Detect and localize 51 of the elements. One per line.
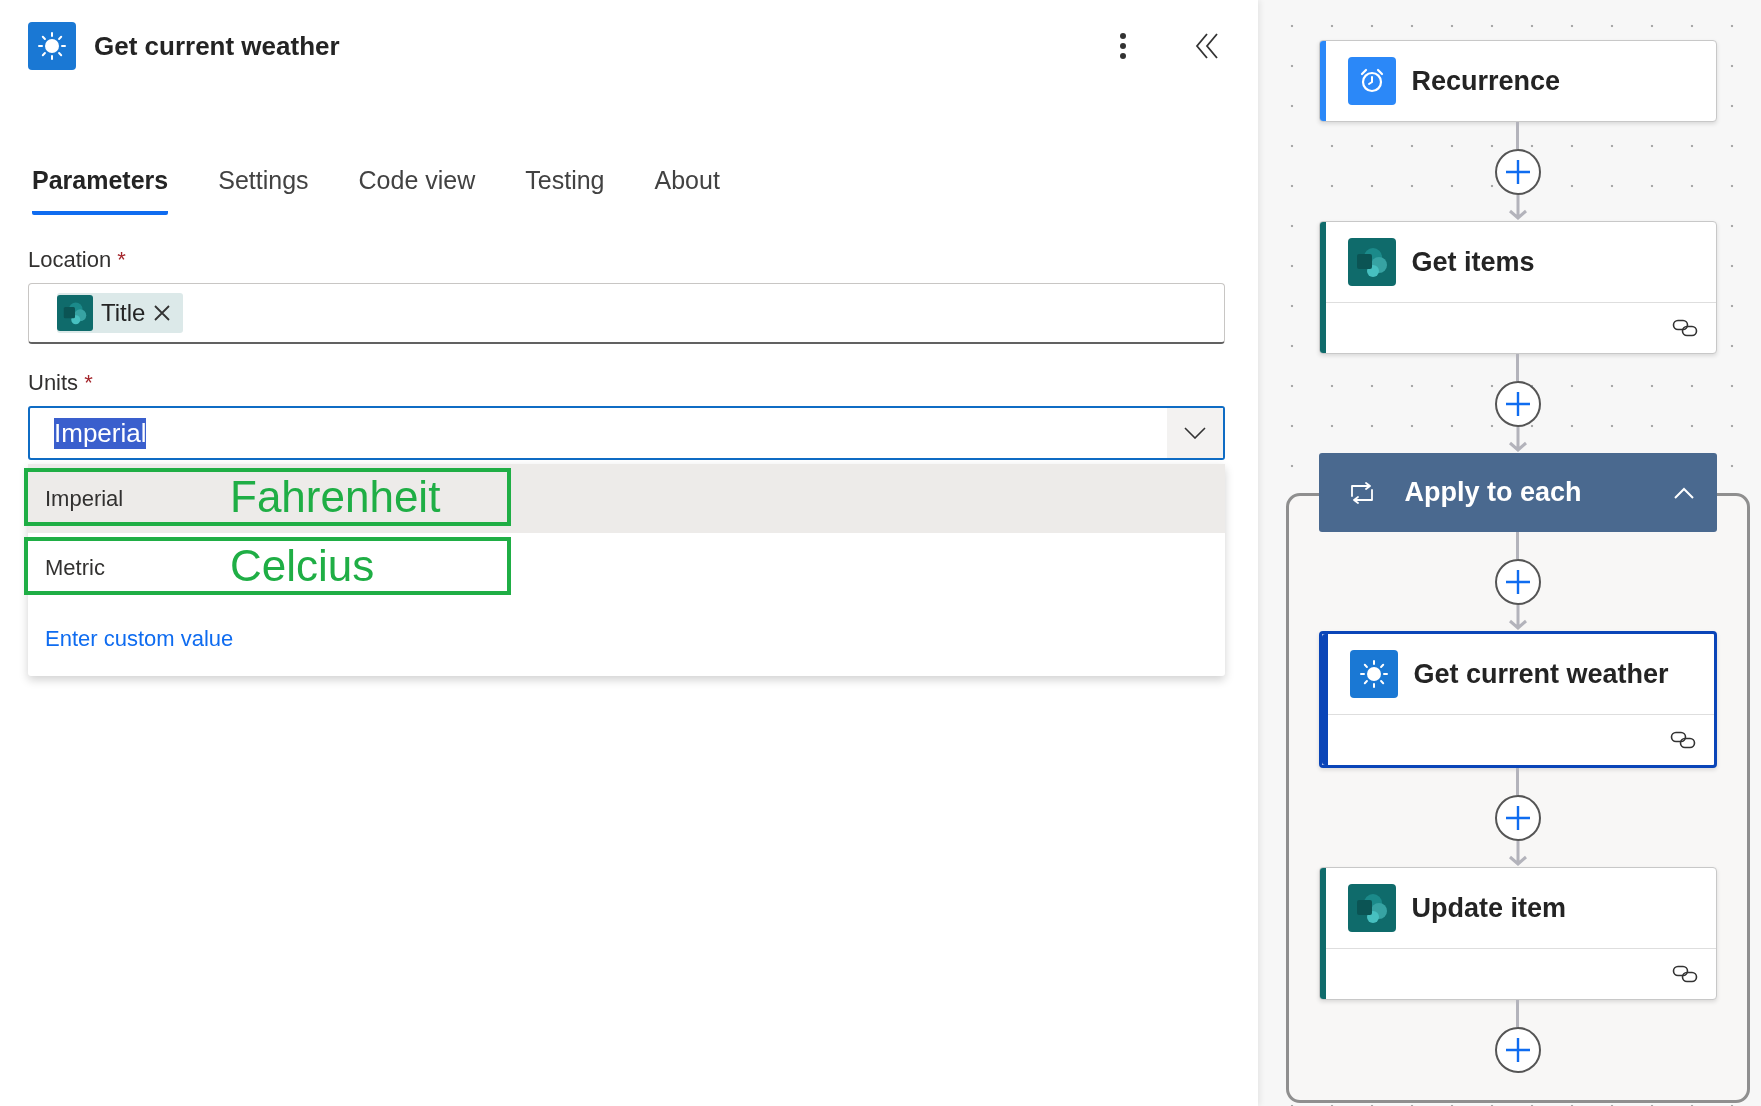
connector-line bbox=[1516, 768, 1519, 795]
required-mark: * bbox=[117, 247, 126, 273]
units-dropdown[interactable]: Imperial bbox=[28, 406, 1225, 460]
sharepoint-icon bbox=[1347, 238, 1396, 286]
connector-line bbox=[1516, 1000, 1519, 1027]
tab[interactable]: Settings bbox=[218, 152, 309, 215]
required-mark: * bbox=[84, 370, 93, 396]
action-title: Recurrence bbox=[1411, 65, 1561, 97]
sharepoint-icon bbox=[1347, 884, 1396, 932]
sharepoint-icon bbox=[57, 295, 93, 331]
tab[interactable]: Code view bbox=[358, 152, 476, 215]
more-icon bbox=[1119, 32, 1127, 60]
sun-icon bbox=[28, 22, 76, 70]
sun-icon bbox=[1349, 650, 1398, 698]
plus-icon bbox=[1503, 158, 1532, 186]
connector-line bbox=[1516, 122, 1519, 149]
connector-line bbox=[1516, 532, 1519, 559]
action-title: Get items bbox=[1411, 246, 1535, 278]
field-label: Units bbox=[28, 370, 79, 396]
tab[interactable]: About bbox=[654, 152, 720, 215]
chevron-up-icon bbox=[1672, 485, 1695, 500]
chevron-down-icon bbox=[1184, 427, 1206, 439]
loop-step-header[interactable]: Apply to each bbox=[1318, 453, 1717, 532]
custom-value-link[interactable]: Enter custom value bbox=[45, 626, 234, 652]
plus-icon bbox=[1503, 568, 1532, 596]
dropdown-option[interactable]: Metric Celcius bbox=[28, 533, 1225, 602]
tab[interactable]: Testing bbox=[525, 152, 605, 215]
action-title: Get current weather bbox=[1413, 658, 1669, 690]
add-step-button[interactable] bbox=[1494, 381, 1541, 427]
loop-icon bbox=[1348, 481, 1375, 504]
link-icon bbox=[1669, 731, 1696, 749]
double-chevron-left-icon bbox=[1195, 33, 1219, 59]
connector-line bbox=[1516, 354, 1519, 381]
field-label: Location bbox=[28, 247, 112, 273]
action-card[interactable]: Recurrence bbox=[1318, 40, 1717, 122]
close-icon[interactable] bbox=[153, 304, 172, 322]
alarm-clock-icon bbox=[1347, 57, 1396, 105]
action-card[interactable]: Get current weather bbox=[1318, 631, 1717, 768]
plus-icon bbox=[1503, 1036, 1532, 1064]
add-step-button[interactable] bbox=[1494, 149, 1541, 195]
link-icon bbox=[1671, 319, 1698, 337]
location-field[interactable]: Title bbox=[28, 283, 1225, 344]
plus-icon bbox=[1503, 390, 1532, 418]
action-title: Update item bbox=[1411, 892, 1567, 924]
tab[interactable]: Parameters bbox=[32, 152, 169, 215]
action-card[interactable]: Get items bbox=[1318, 221, 1717, 354]
link-icon bbox=[1671, 965, 1698, 983]
plus-icon bbox=[1503, 804, 1532, 832]
token-chip[interactable]: Title bbox=[57, 293, 184, 333]
action-card[interactable]: Update item bbox=[1318, 867, 1717, 1000]
panel-title: Get current weather bbox=[94, 30, 341, 62]
